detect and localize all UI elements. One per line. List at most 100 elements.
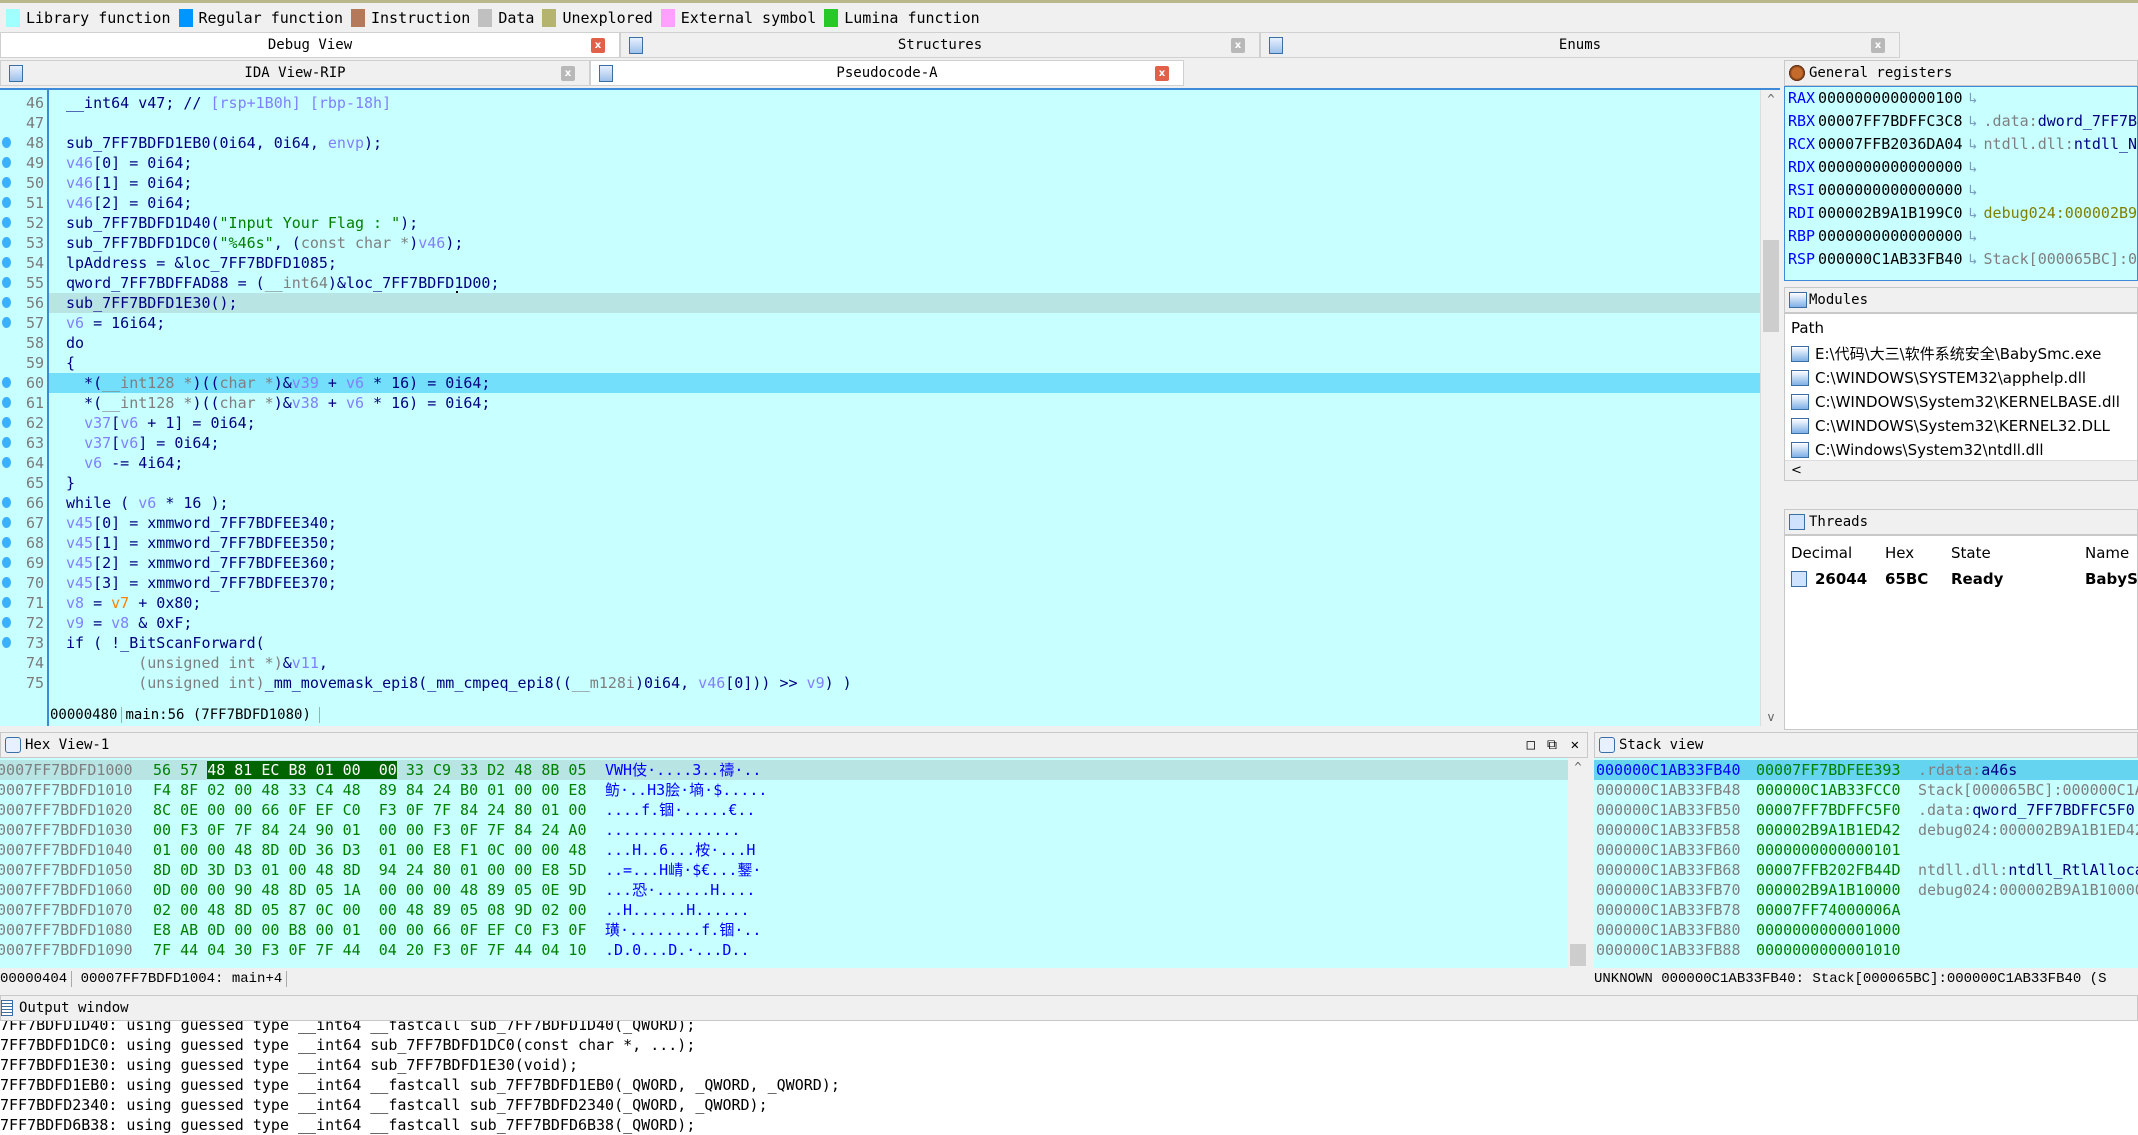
tab-ida-view-rip[interactable]: IDA View-RIP x [0, 60, 590, 86]
register-row[interactable]: RSI 0000000000000000 ↳ [1785, 179, 2137, 202]
tab-debug-view[interactable]: Debug View x [0, 32, 620, 58]
code-line[interactable]: do [49, 333, 1760, 353]
breakpoint-dot-icon[interactable] [2, 497, 11, 508]
register-row[interactable]: RDX 0000000000000000 ↳ [1785, 156, 2137, 179]
register-row[interactable]: RDI 000002B9A1B199C0 ↳ debug024:000002B9 [1785, 202, 2137, 225]
stack-value[interactable]: 000002B9A1B1ED42 [1756, 820, 1901, 840]
jump-arrow-icon[interactable]: ↳ [1969, 204, 1978, 222]
column-header-state[interactable]: State [1951, 540, 1991, 566]
stack-value[interactable]: 000000C1AB33FCC0 [1756, 780, 1901, 800]
hex-row[interactable]: 00007FF7BDFD1010 F4 8F 02 00 48 33 C4 48 … [0, 780, 1568, 800]
scroll-thumb[interactable] [1763, 240, 1779, 332]
hex-bytes[interactable]: 02 00 48 8D 05 87 0C 00 00 48 89 05 08 9… [153, 900, 586, 920]
stack-value[interactable]: 00007FF7BDFFC5F0 [1756, 800, 1901, 820]
scroll-up-icon[interactable]: ^ [1761, 92, 1781, 106]
code-line[interactable]: qword_7FF7BDFFAD88 = (__int64)&loc_7FF7B… [49, 273, 1760, 293]
code-line[interactable]: v8 = v7 + 0x80; [49, 593, 1760, 613]
horizontal-scrollbar[interactable]: < [1785, 460, 2137, 480]
tab-enums[interactable]: Enums x [1260, 32, 1900, 58]
register-value[interactable]: 000002B9A1B199C0 [1818, 204, 1963, 222]
code-line[interactable]: __int64 v47; // [rsp+1B0h] [rbp-18h] [49, 93, 1760, 113]
stack-symbol[interactable]: qword_7FF7BDFFC5F0 [1972, 801, 2135, 819]
code-line[interactable]: v45[1] = xmmword_7FF7BDFEE350; [49, 533, 1760, 553]
breakpoint-dot-icon[interactable] [2, 457, 11, 468]
code-line[interactable]: v37[v6 + 1] = 0i64; [49, 413, 1760, 433]
breakpoint-dot-icon[interactable] [2, 577, 11, 588]
hex-row[interactable]: 00007FF7BDFD1000 56 57 48 81 EC B8 01 00 … [0, 760, 1568, 780]
stack-value[interactable]: 00007FFB202FB44D [1756, 860, 1901, 880]
stack-row[interactable]: 000000C1AB33FB60 0000000000000101 [1594, 840, 2138, 860]
breakpoint-dot-icon[interactable] [2, 297, 11, 308]
register-value[interactable]: 000000C1AB33FB40 [1818, 250, 1963, 268]
code-line[interactable] [49, 113, 1760, 133]
register-row[interactable]: RBX 00007FF7BDFFC3C8 ↳ .data:dword_7FF7B [1785, 110, 2137, 133]
stack-value[interactable]: 0000000000001010 [1756, 940, 1901, 960]
code-line[interactable]: sub_7FF7BDFD1EB0(0i64, 0i64, envp); [49, 133, 1760, 153]
breakpoint-dot-icon[interactable] [2, 257, 11, 268]
tab-structures[interactable]: Structures x [620, 32, 1260, 58]
code-line[interactable]: lpAddress = &loc_7FF7BDFD1085; [49, 253, 1760, 273]
stack-symbol[interactable]: a46s [1981, 761, 2017, 779]
module-row[interactable]: C:\WINDOWS\SYSTEM32\apphelp.dll [1785, 366, 2137, 390]
register-value[interactable]: 00007FF7BDFFC3C8 [1818, 112, 1963, 130]
breakpoint-dot-icon[interactable] [2, 197, 11, 208]
code-line[interactable]: (unsigned int *)&v11, [49, 653, 1760, 673]
register-symbol[interactable]: ntdll_N [2074, 135, 2137, 153]
scroll-down-icon[interactable]: v [1761, 710, 1781, 724]
close-icon[interactable]: x [1155, 66, 1169, 81]
register-row[interactable]: RCX 00007FFB2036DA04 ↳ ntdll.dll:ntdll_N [1785, 133, 2137, 156]
scroll-thumb[interactable] [1570, 944, 1586, 966]
register-value[interactable]: 0000000000000000 [1818, 181, 1963, 199]
restore-icon[interactable]: ⧉ [1547, 733, 1557, 757]
line-gutter[interactable]: 46 47 48 49 50 51 52 53 54 55 56 57 58 59 60 61 62 63 64 65… [0, 90, 47, 726]
breakpoint-dot-icon[interactable] [2, 217, 11, 228]
code-line[interactable]: *(__int128 *)((char *)&v38 + v6 * 16) = … [49, 393, 1760, 413]
jump-arrow-icon[interactable]: ↳ [1969, 135, 1978, 153]
hex-bytes[interactable]: 8D 0D 3D D3 01 00 48 8D 94 24 80 01 00 0… [153, 860, 586, 880]
register-symbol[interactable]: dword_7FF7B [2038, 112, 2137, 130]
stack-row[interactable]: 000000C1AB33FB78 00007FF74000006A [1594, 900, 2138, 920]
scroll-left-icon[interactable]: < [1791, 463, 1802, 478]
breakpoint-dot-icon[interactable] [2, 537, 11, 548]
code-line[interactable]: while ( v6 * 16 ); [49, 493, 1760, 513]
register-row[interactable]: RBP 0000000000000000 ↳ [1785, 225, 2137, 248]
stack-row[interactable]: 000000C1AB33FB68 00007FFB202FB44D ntdll.dl… [1594, 860, 2138, 880]
stack-value[interactable]: 0000000000001000 [1756, 920, 1901, 940]
hex-row[interactable]: 00007FF7BDFD1090 7F 44 04 30 F3 0F 7F 44 … [0, 940, 1568, 960]
jump-arrow-icon[interactable]: ↳ [1969, 89, 1978, 107]
hex-bytes[interactable]: 00 F3 0F 7F 84 24 90 01 00 00 F3 0F 7F 8… [153, 820, 586, 840]
code-line[interactable]: v6 -= 4i64; [49, 453, 1760, 473]
breakpoint-dot-icon[interactable] [2, 157, 11, 168]
code-line[interactable]: v9 = v8 & 0xF; [49, 613, 1760, 633]
code-area[interactable]: __int64 v47; // [rsp+1B0h] [rbp-18h] sub_… [47, 90, 1760, 726]
code-line[interactable]: { [49, 353, 1760, 373]
code-line[interactable]: sub_7FF7BDFD1DC0("%46s", (const char *)v… [49, 233, 1760, 253]
vertical-scrollbar[interactable]: ^ v [1760, 90, 1780, 726]
code-line[interactable]: v45[3] = xmmword_7FF7BDFEE370; [49, 573, 1760, 593]
close-icon[interactable]: x [561, 66, 575, 81]
breakpoint-dot-icon[interactable] [2, 137, 11, 148]
registers-list[interactable]: RAX 0000000000000100 ↳ RBX 00007FF7BDFFC3C8 ↳… [1784, 86, 2138, 281]
stack-row[interactable]: 000000C1AB33FB58 000002B9A1B1ED42 debug024… [1594, 820, 2138, 840]
column-header-name[interactable]: Name [2085, 540, 2129, 566]
hex-bytes[interactable]: 01 00 00 48 8D 0D 36 D3 01 00 E8 F1 0C 0… [153, 840, 586, 860]
code-line[interactable]: v6 = 16i64; [49, 313, 1760, 333]
breakpoint-dot-icon[interactable] [2, 177, 11, 188]
register-value[interactable]: 00007FFB2036DA04 [1818, 135, 1963, 153]
breakpoint-dot-icon[interactable] [2, 377, 11, 388]
register-value[interactable]: 0000000000000100 [1818, 89, 1963, 107]
hex-row[interactable]: 00007FF7BDFD1030 00 F3 0F 7F 84 24 90 01 … [0, 820, 1568, 840]
jump-arrow-icon[interactable]: ↳ [1969, 227, 1978, 245]
hex-bytes[interactable]: F4 8F 02 00 48 33 C4 48 89 84 24 B0 01 0… [153, 780, 586, 800]
maximize-icon[interactable]: □ [1527, 733, 1535, 757]
module-row[interactable]: C:\WINDOWS\System32\KERNELBASE.dll [1785, 390, 2137, 414]
stack-value[interactable]: 00007FF74000006A [1756, 900, 1901, 920]
code-line[interactable]: sub_7FF7BDFD1D40("Input Your Flag : "); [49, 213, 1760, 233]
hex-row[interactable]: 00007FF7BDFD1020 8C 0E 00 00 66 0F EF C0 … [0, 800, 1568, 820]
hex-view[interactable]: 00007FF7BDFD1000 56 57 48 81 EC B8 01 00 … [0, 758, 1588, 970]
hex-row[interactable]: 00007FF7BDFD1070 02 00 48 8D 05 87 0C 00 … [0, 900, 1568, 920]
register-value[interactable]: 0000000000000000 [1818, 158, 1963, 176]
stack-row[interactable]: 000000C1AB33FB80 0000000000001000 [1594, 920, 2138, 940]
hex-bytes[interactable]: 56 57 48 81 EC B8 01 00 00 33 C9 33 D2 4… [153, 760, 587, 780]
breakpoint-dot-icon[interactable] [2, 637, 11, 648]
